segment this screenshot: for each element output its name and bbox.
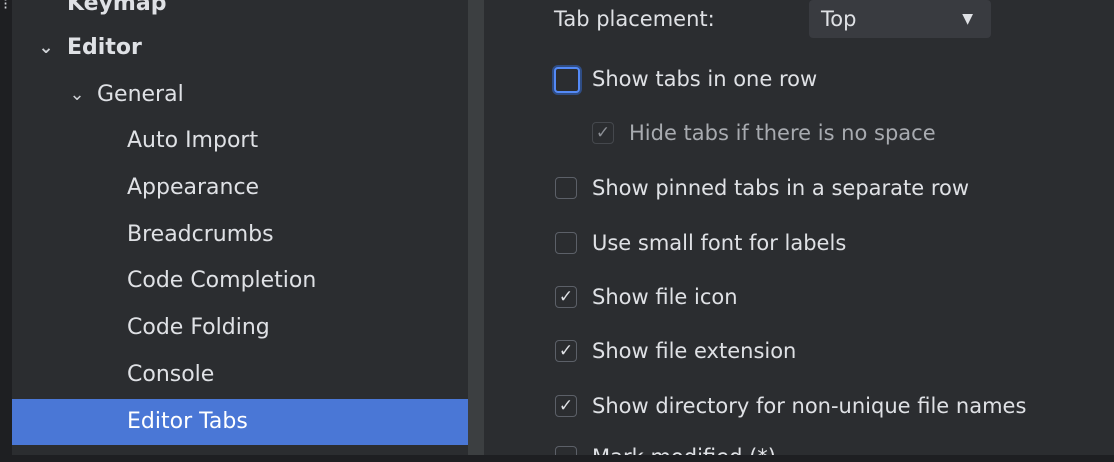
checkbox-hide-tabs-if-no-space[interactable]: ✓ [592,122,614,144]
checkmark-icon: ✓ [558,396,574,416]
option-label: Show tabs in one row [592,67,818,91]
tree-item-editor-tabs[interactable]: Editor Tabs [12,399,468,445]
tree-item-auto-import[interactable]: Auto Import [12,118,468,164]
chevron-down-icon[interactable]: ⌄ [67,72,87,118]
checkbox-show-file-icon[interactable]: ✓ [555,286,577,308]
edge-handle-icon: ⁝ [3,0,9,13]
checkbox-show-directory-non-unique[interactable]: ✓ [555,395,577,417]
tree-item-general[interactable]: ⌄ General [12,72,468,118]
tab-placement-label: Tab placement: [554,7,715,31]
option-label: Show directory for non-unique file names [592,394,1027,418]
option-label: Mark modified (*) [592,441,776,455]
tree-item-label: Auto Import [127,128,259,153]
tree-item-console[interactable]: Console [12,352,468,398]
window-edge-bottom [0,455,1114,462]
tree-item-label: Editor [67,35,142,60]
tree-item-code-completion[interactable]: Code Completion [12,258,468,304]
tab-placement-value: Top [821,7,857,31]
tree-item-breadcrumbs[interactable]: Breadcrumbs [12,212,468,258]
settings-dialog: ⁝ Keymap ⌄ Editor ⌄ General Auto Import … [0,0,1114,462]
tree-item-label: Breadcrumbs [127,222,274,247]
tab-placement-dropdown[interactable]: Top ▼ [809,0,991,38]
option-label: Show file icon [592,285,738,309]
tree-item-code-folding[interactable]: Code Folding [12,305,468,351]
sidebar-scrollbar[interactable] [468,0,484,455]
option-label: Show file extension [592,339,797,363]
option-label: Hide tabs if there is no space [629,121,936,145]
tree-item-label: General [97,82,184,107]
tree-item-label: Appearance [127,175,260,200]
tree-item-keymap[interactable]: Keymap [12,0,468,27]
checkbox-use-small-font[interactable] [555,232,577,254]
tree-item-label: Keymap [67,0,167,16]
dropdown-arrow-icon: ▼ [962,11,973,27]
tree-item-label: Code Completion [127,268,317,293]
checkbox-show-pinned-tabs-separate-row[interactable] [555,177,577,199]
checkmark-icon: ✓ [558,341,574,361]
tree-item-editor[interactable]: ⌄ Editor [12,25,468,71]
window-edge: ⁝ [0,0,12,462]
option-label: Show pinned tabs in a separate row [592,176,970,200]
chevron-down-icon[interactable]: ⌄ [36,25,56,71]
checkbox-show-tabs-in-one-row[interactable] [554,67,580,93]
option-label: Use small font for labels [592,231,847,255]
checkmark-icon: ✓ [595,123,611,143]
tree-item-label: Code Folding [127,315,270,340]
settings-tree: Keymap ⌄ Editor ⌄ General Auto Import Ap… [12,0,468,455]
tree-item-appearance[interactable]: Appearance [12,165,468,211]
checkmark-icon: ✓ [558,287,574,307]
tree-item-label: Editor Tabs [127,409,248,434]
checkbox-mark-modified[interactable] [555,446,577,455]
editor-tabs-settings: Tab placement: Top ▼ Show tabs in one ro… [484,0,1114,455]
checkbox-show-file-extension[interactable]: ✓ [555,340,577,362]
tree-item-label: Console [127,362,215,387]
